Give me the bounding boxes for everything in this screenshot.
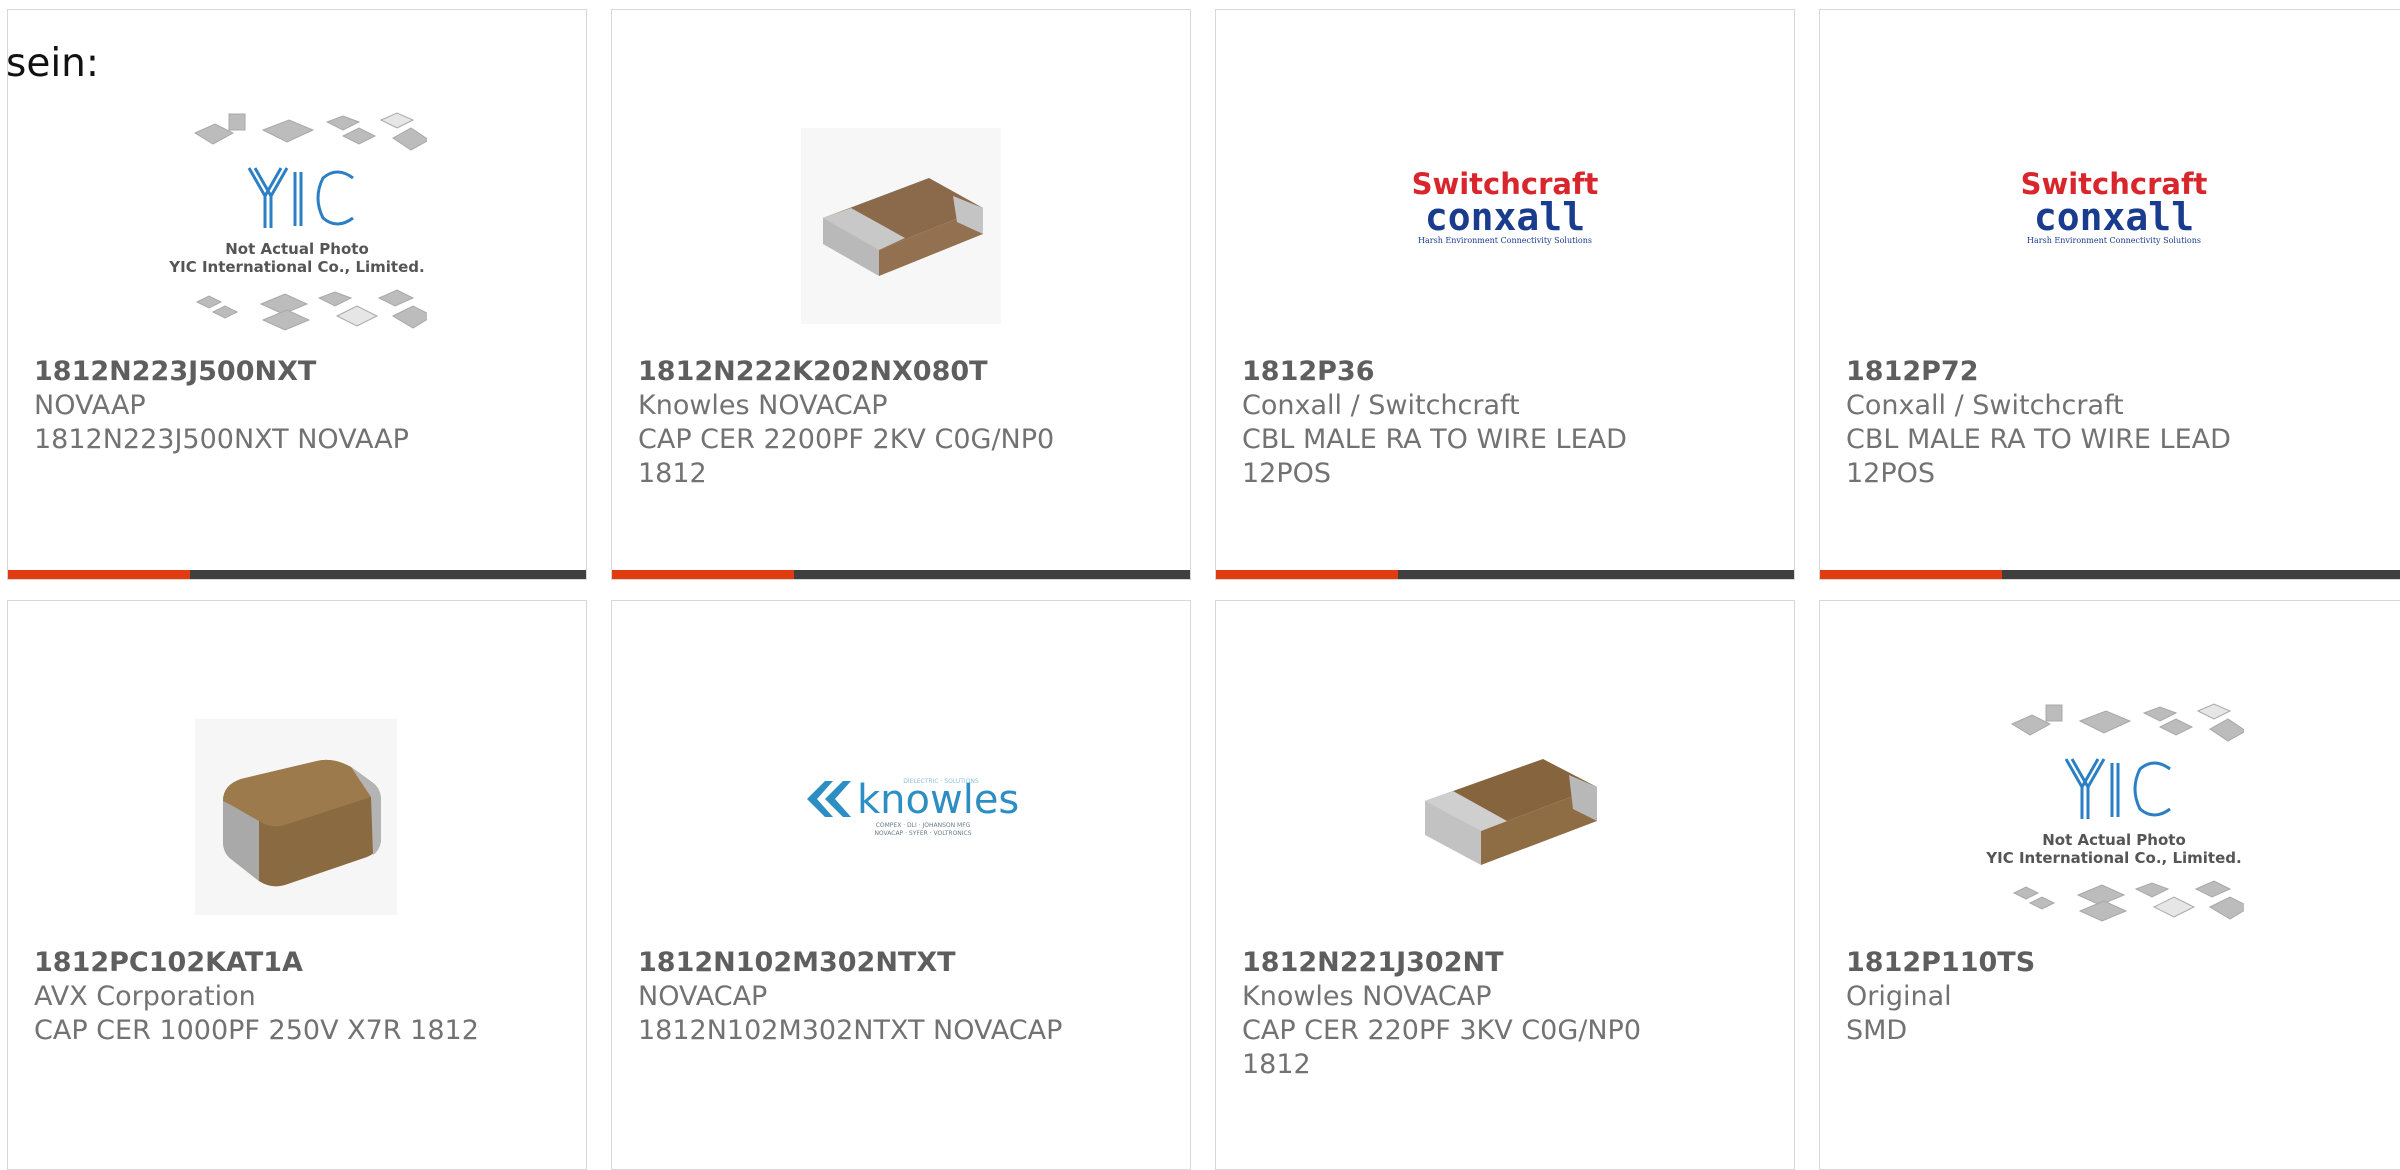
- product-info: 1812P110TS Original SMD: [1846, 946, 2388, 1048]
- product-card[interactable]: Not Actual Photo YIC International Co., …: [1819, 600, 2400, 1170]
- description: 1812N223J500NXT NOVAAP: [34, 424, 409, 455]
- manufacturer: NOVACAP: [638, 981, 768, 1012]
- placeholder-line-1: Not Actual Photo: [225, 240, 369, 258]
- switchcraft-logo[interactable]: Switchcraft conxall Harsh Environment Co…: [1984, 98, 2244, 348]
- description: CAP CER 2200PF 2KV C0G/NP0: [638, 424, 1055, 455]
- description: CAP CER 1000PF 250V X7R 1812: [34, 1015, 479, 1046]
- description-cont: 1812: [1242, 1049, 1311, 1080]
- part-number[interactable]: 1812P72: [1846, 355, 2388, 389]
- part-number[interactable]: 1812N222K202NX080T: [638, 355, 1170, 389]
- product-card[interactable]: 1812N222K202NX080T Knowles NOVACAP CAP C…: [611, 9, 1191, 580]
- product-card[interactable]: Switchcraft conxall Harsh Environment Co…: [1819, 9, 2400, 580]
- conxall-tagline: Harsh Environment Connectivity Solutions: [2027, 236, 2201, 245]
- switchcraft-logo[interactable]: Switchcraft conxall Harsh Environment Co…: [1375, 98, 1635, 348]
- product-info: 1812PC102KAT1A AVX Corporation CAP CER 1…: [34, 946, 566, 1048]
- description: CBL MALE RA TO WIRE LEAD: [1846, 424, 2231, 455]
- card-underline: [612, 570, 1190, 579]
- description: CBL MALE RA TO WIRE LEAD: [1242, 424, 1627, 455]
- product-info: 1812N102M302NTXT NOVACAP 1812N102M302NTX…: [638, 946, 1170, 1048]
- part-number[interactable]: 1812N223J500NXT: [34, 355, 566, 389]
- conxall-tagline: Harsh Environment Connectivity Solutions: [1418, 236, 1592, 245]
- conxall-wordmark: conxall: [2034, 195, 2194, 239]
- description: CAP CER 220PF 3KV C0G/NP0: [1242, 1015, 1642, 1046]
- manufacturer: Original: [1846, 981, 1952, 1012]
- description-cont: 1812: [638, 458, 707, 489]
- card-underline-accent: [1216, 570, 1398, 579]
- product-grid: Not Actual Photo YIC International Co., …: [0, 0, 2400, 1170]
- description: SMD: [1846, 1015, 1908, 1046]
- knowles-tag-2: COMPEX · DLI · JOHANSON MFG: [876, 822, 971, 829]
- product-info: 1812N221J302NT Knowles NOVACAP CAP CER 2…: [1242, 946, 1774, 1082]
- placeholder-line-2: YIC International Co., Limited.: [1985, 849, 2241, 867]
- manufacturer: Knowles NOVACAP: [638, 390, 888, 421]
- part-number[interactable]: 1812N221J302NT: [1242, 946, 1774, 980]
- part-number[interactable]: 1812P110TS: [1846, 946, 2388, 980]
- product-info: 1812N222K202NX080T Knowles NOVACAP CAP C…: [638, 355, 1170, 491]
- manufacturer: NOVAAP: [34, 390, 146, 421]
- product-image-placeholder[interactable]: Not Actual Photo YIC International Co., …: [1984, 689, 2244, 939]
- knowles-logo[interactable]: knowles DIELECTRIC · SOLUTIONS COMPEX · …: [771, 689, 1031, 939]
- manufacturer: Knowles NOVACAP: [1242, 981, 1492, 1012]
- card-underline-accent: [612, 570, 794, 579]
- product-card[interactable]: 1812N221J302NT Knowles NOVACAP CAP CER 2…: [1215, 600, 1795, 1170]
- part-number[interactable]: 1812P36: [1242, 355, 1774, 389]
- description-cont: 12POS: [1242, 458, 1332, 489]
- card-underline-accent: [1820, 570, 2002, 579]
- card-underline: [8, 570, 586, 579]
- manufacturer: AVX Corporation: [34, 981, 256, 1012]
- card-underline-accent: [8, 570, 190, 579]
- manufacturer: Conxall / Switchcraft: [1242, 390, 1520, 421]
- page-label: sein:: [6, 41, 100, 86]
- product-image-placeholder[interactable]: Not Actual Photo YIC International Co., …: [167, 98, 427, 348]
- chip-capacitor-image[interactable]: [1375, 689, 1635, 939]
- description: 1812N102M302NTXT NOVACAP: [638, 1015, 1063, 1046]
- product-info: 1812N223J500NXT NOVAAP 1812N223J500NXT N…: [34, 355, 566, 457]
- placeholder-line-2: YIC International Co., Limited.: [168, 258, 424, 276]
- product-info: 1812P72 Conxall / Switchcraft CBL MALE R…: [1846, 355, 2388, 491]
- conxall-wordmark: conxall: [1425, 195, 1585, 239]
- description-cont: 12POS: [1846, 458, 1936, 489]
- card-underline: [1820, 570, 2400, 579]
- knowles-tag-3: NOVACAP · SYFER · VOLTRONICS: [874, 830, 971, 837]
- manufacturer: Conxall / Switchcraft: [1846, 390, 2124, 421]
- chip-capacitor-image[interactable]: [771, 98, 1031, 348]
- product-card[interactable]: Not Actual Photo YIC International Co., …: [7, 9, 587, 580]
- chip-capacitor-image[interactable]: [167, 689, 427, 939]
- card-underline: [1216, 570, 1794, 579]
- product-card[interactable]: 1812PC102KAT1A AVX Corporation CAP CER 1…: [7, 600, 587, 1170]
- part-number[interactable]: 1812N102M302NTXT: [638, 946, 1170, 980]
- product-info: 1812P36 Conxall / Switchcraft CBL MALE R…: [1242, 355, 1774, 491]
- knowles-tag-1: DIELECTRIC · SOLUTIONS: [903, 778, 979, 785]
- part-number[interactable]: 1812PC102KAT1A: [34, 946, 566, 980]
- placeholder-line-1: Not Actual Photo: [2042, 831, 2186, 849]
- product-card[interactable]: knowles DIELECTRIC · SOLUTIONS COMPEX · …: [611, 600, 1191, 1170]
- product-card[interactable]: Switchcraft conxall Harsh Environment Co…: [1215, 9, 1795, 580]
